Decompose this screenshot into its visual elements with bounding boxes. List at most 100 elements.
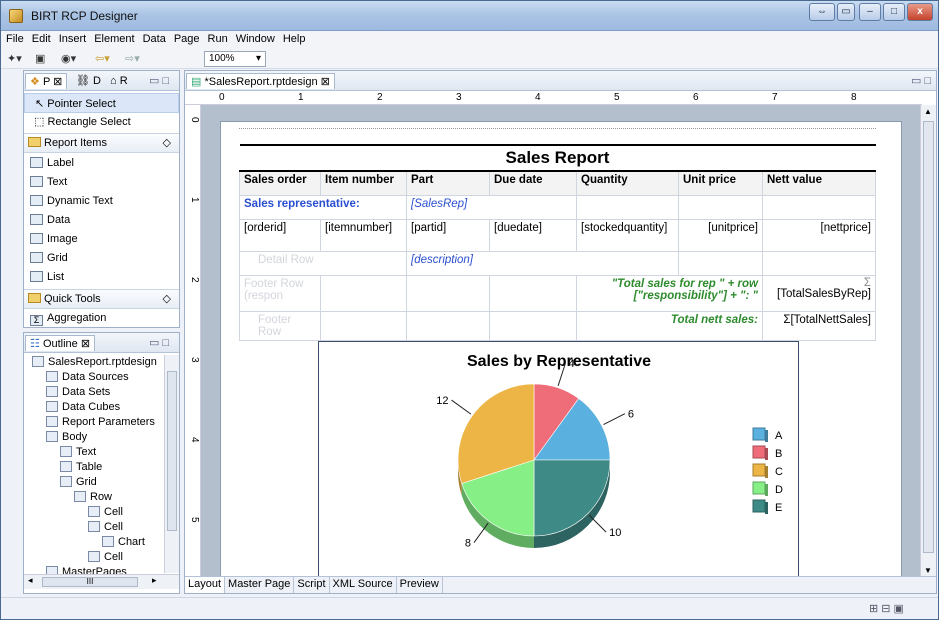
outline-item[interactable]: Table [60, 460, 102, 475]
header-cell[interactable]: Item number [320, 170, 407, 196]
palette-item-data[interactable]: Data [24, 210, 179, 230]
outline-item[interactable]: Row [74, 490, 112, 505]
tab-layout[interactable]: Layout [185, 577, 226, 593]
outline-hscroll-thumb[interactable]: III [42, 577, 138, 587]
outline-item[interactable]: Report Parameters [46, 415, 155, 430]
table-cell[interactable] [678, 250, 763, 276]
editor-scroll-thumb[interactable] [923, 121, 934, 553]
tab-data-explorer[interactable]: ⛓ D [76, 73, 101, 89]
outline-item[interactable]: Data Cubes [46, 400, 120, 415]
table-cell[interactable] [406, 310, 490, 341]
menu-window[interactable]: Window [231, 31, 278, 49]
restore-icon[interactable]: ⇔ [809, 3, 835, 21]
group-value[interactable]: [SalesRep] [406, 194, 577, 220]
table-cell[interactable] [489, 310, 577, 341]
group-label[interactable]: Sales representative: [239, 194, 407, 220]
maximize-button[interactable]: □ [883, 3, 905, 21]
pointer-select-tool[interactable]: ↖ Pointer Select [24, 93, 179, 113]
tab-script[interactable]: Script [294, 577, 330, 593]
outline-item[interactable]: Text [60, 445, 96, 460]
table-cell[interactable] [678, 194, 763, 220]
palette-item-image[interactable]: Image [24, 229, 179, 249]
table-cell[interactable] [489, 274, 577, 312]
report-title[interactable]: Sales Report [239, 144, 876, 172]
close-button[interactable]: x [907, 3, 933, 21]
minimize-button[interactable]: – [859, 3, 881, 21]
footer-rep-expression[interactable]: "Total sales for rep " + row ["responsib… [576, 274, 763, 312]
table-cell[interactable] [320, 274, 407, 312]
tab-xml-source[interactable]: XML Source [330, 577, 397, 593]
table-cell[interactable] [320, 310, 407, 341]
footer-total-label[interactable]: Total nett sales: [576, 310, 763, 341]
outline-item[interactable]: Cell [88, 520, 123, 535]
report-items-drawer[interactable]: Report Items ◇ [24, 133, 179, 153]
table-cell[interactable] [576, 194, 679, 220]
chart-element[interactable]: Sales by RepresentativeTotal nett sales4… [318, 341, 799, 577]
window-icon[interactable]: ▭ [837, 3, 855, 21]
palette-item-aggregation[interactable]: Σ Aggregation [24, 308, 179, 328]
detail-cell[interactable]: [itemnumber] [320, 218, 407, 252]
outline-item[interactable]: Data Sets [46, 385, 110, 400]
palette-item-label[interactable]: Label [24, 153, 179, 173]
menu-data[interactable]: Data [138, 31, 169, 49]
save-icon[interactable]: ▣ [35, 51, 45, 67]
web-preview-icon[interactable]: ◉▾ [61, 51, 76, 67]
outline-item[interactable]: Body [46, 430, 87, 445]
forward-icon[interactable]: ⇨▾ [125, 51, 140, 67]
editor-vscrollbar[interactable]: ▲ ▼ [920, 105, 936, 577]
table-cell[interactable] [762, 194, 876, 220]
detail-cell[interactable]: [unitprice] [678, 218, 763, 252]
detail-cell[interactable]: [partid] [406, 218, 490, 252]
outline-item[interactable]: Cell [88, 505, 123, 520]
rectangle-select-tool[interactable]: ⬚ Rectangle Select [24, 112, 179, 132]
table-cell[interactable] [406, 274, 490, 312]
report-table[interactable]: Sales Report Sales order Item number Par… [239, 144, 876, 341]
tab-preview[interactable]: Preview [397, 577, 443, 593]
menu-page[interactable]: Page [169, 31, 203, 49]
footer-rep-total[interactable]: Σ [TotalSalesByRep] [762, 274, 876, 312]
scroll-up-icon[interactable]: ▲ [924, 107, 932, 116]
header-cell[interactable]: Unit price [678, 170, 763, 196]
detail-cell[interactable]: [duedate] [489, 218, 577, 252]
scroll-right-icon[interactable]: ▸ [152, 575, 157, 586]
outline-item[interactable]: Chart [102, 535, 145, 550]
scroll-left-icon[interactable]: ◂ [28, 575, 33, 586]
table-cell[interactable] [762, 250, 876, 276]
panel-min-max-icon[interactable]: ▭ □ [149, 73, 169, 89]
palette-item-text[interactable]: Text [24, 172, 179, 192]
header-cell[interactable]: Part [406, 170, 490, 196]
detail-cell[interactable]: [nettprice] [762, 218, 876, 252]
footer-total-value[interactable]: Σ[TotalNettSales] [762, 310, 876, 341]
menu-insert[interactable]: Insert [54, 31, 90, 49]
outline-item[interactable]: Cell [88, 550, 123, 565]
back-icon[interactable]: ⇦▾ [95, 51, 110, 67]
palette-item-list[interactable]: List [24, 267, 179, 287]
tab-master-page[interactable]: Master Page [225, 577, 295, 593]
palette-item-grid[interactable]: Grid [24, 248, 179, 268]
tab-salesreport[interactable]: ▤ *SalesReport.rptdesign ⊠ [186, 73, 335, 89]
header-cell[interactable]: Nett value [762, 170, 876, 196]
detail-cell[interactable]: [orderid] [239, 218, 321, 252]
outline-scrollbar[interactable] [164, 355, 179, 573]
header-cell[interactable]: Due date [489, 170, 577, 196]
menu-edit[interactable]: Edit [27, 31, 54, 49]
outline-item[interactable]: SalesReport.rptdesign [32, 355, 157, 370]
header-cell[interactable]: Sales order [239, 170, 321, 196]
editor-min-max-icon[interactable]: ▭ □ [911, 73, 931, 89]
tab-resource-explorer[interactable]: ⌂ R [110, 73, 128, 89]
outline-item[interactable]: Grid [60, 475, 97, 490]
panel-min-max-icon[interactable]: ▭ □ [149, 335, 169, 351]
header-cell[interactable]: Quantity [576, 170, 679, 196]
detail-cell[interactable]: [stockedquantity] [576, 218, 679, 252]
tab-palette[interactable]: ❖ P ⊠ [25, 73, 68, 89]
outline-scroll-thumb[interactable] [167, 371, 177, 531]
tab-outline[interactable]: ☷ Outline ⊠ [25, 335, 96, 351]
outline-hscrollbar[interactable]: ◂ III ▸ [24, 574, 179, 589]
palette-item-dynamic-text[interactable]: Dynamic Text [24, 191, 179, 211]
menu-help[interactable]: Help [278, 31, 309, 49]
menu-element[interactable]: Element [89, 31, 137, 49]
menu-file[interactable]: File [1, 31, 27, 49]
outline-item[interactable]: Data Sources [46, 370, 129, 385]
menu-run[interactable]: Run [203, 31, 231, 49]
zoom-select[interactable]: 100% ▾ [204, 51, 266, 67]
